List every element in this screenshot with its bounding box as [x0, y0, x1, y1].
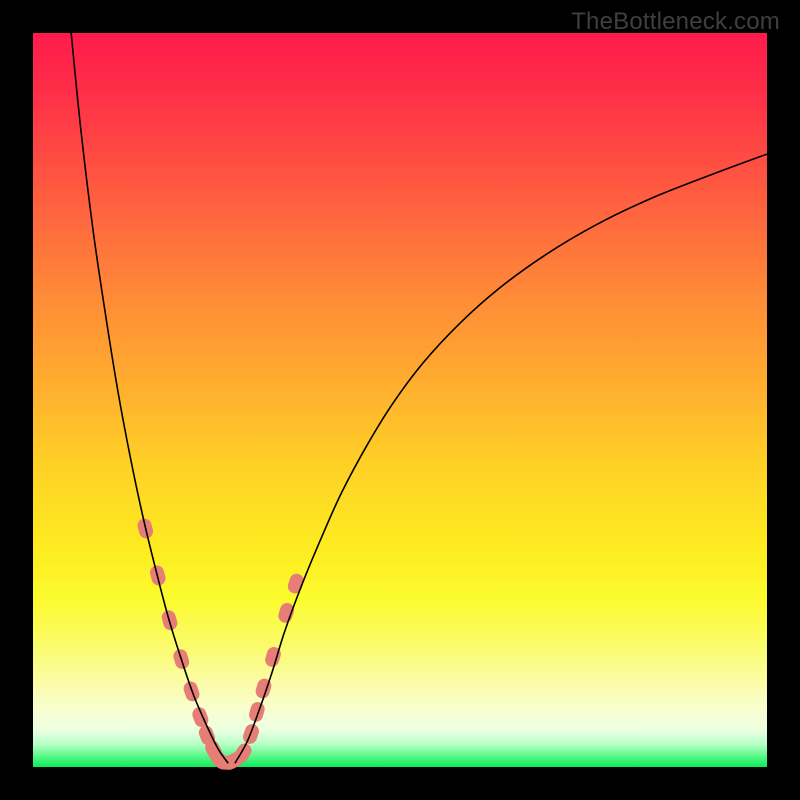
highlight-dot	[247, 700, 266, 723]
left-branch-curve	[71, 33, 228, 763]
right-branch-curve	[235, 154, 767, 763]
chart-svg	[33, 33, 767, 767]
highlight-dot	[277, 601, 296, 624]
outer-frame: TheBottleneck.com	[0, 0, 800, 800]
watermark-text: TheBottleneck.com	[571, 8, 780, 36]
